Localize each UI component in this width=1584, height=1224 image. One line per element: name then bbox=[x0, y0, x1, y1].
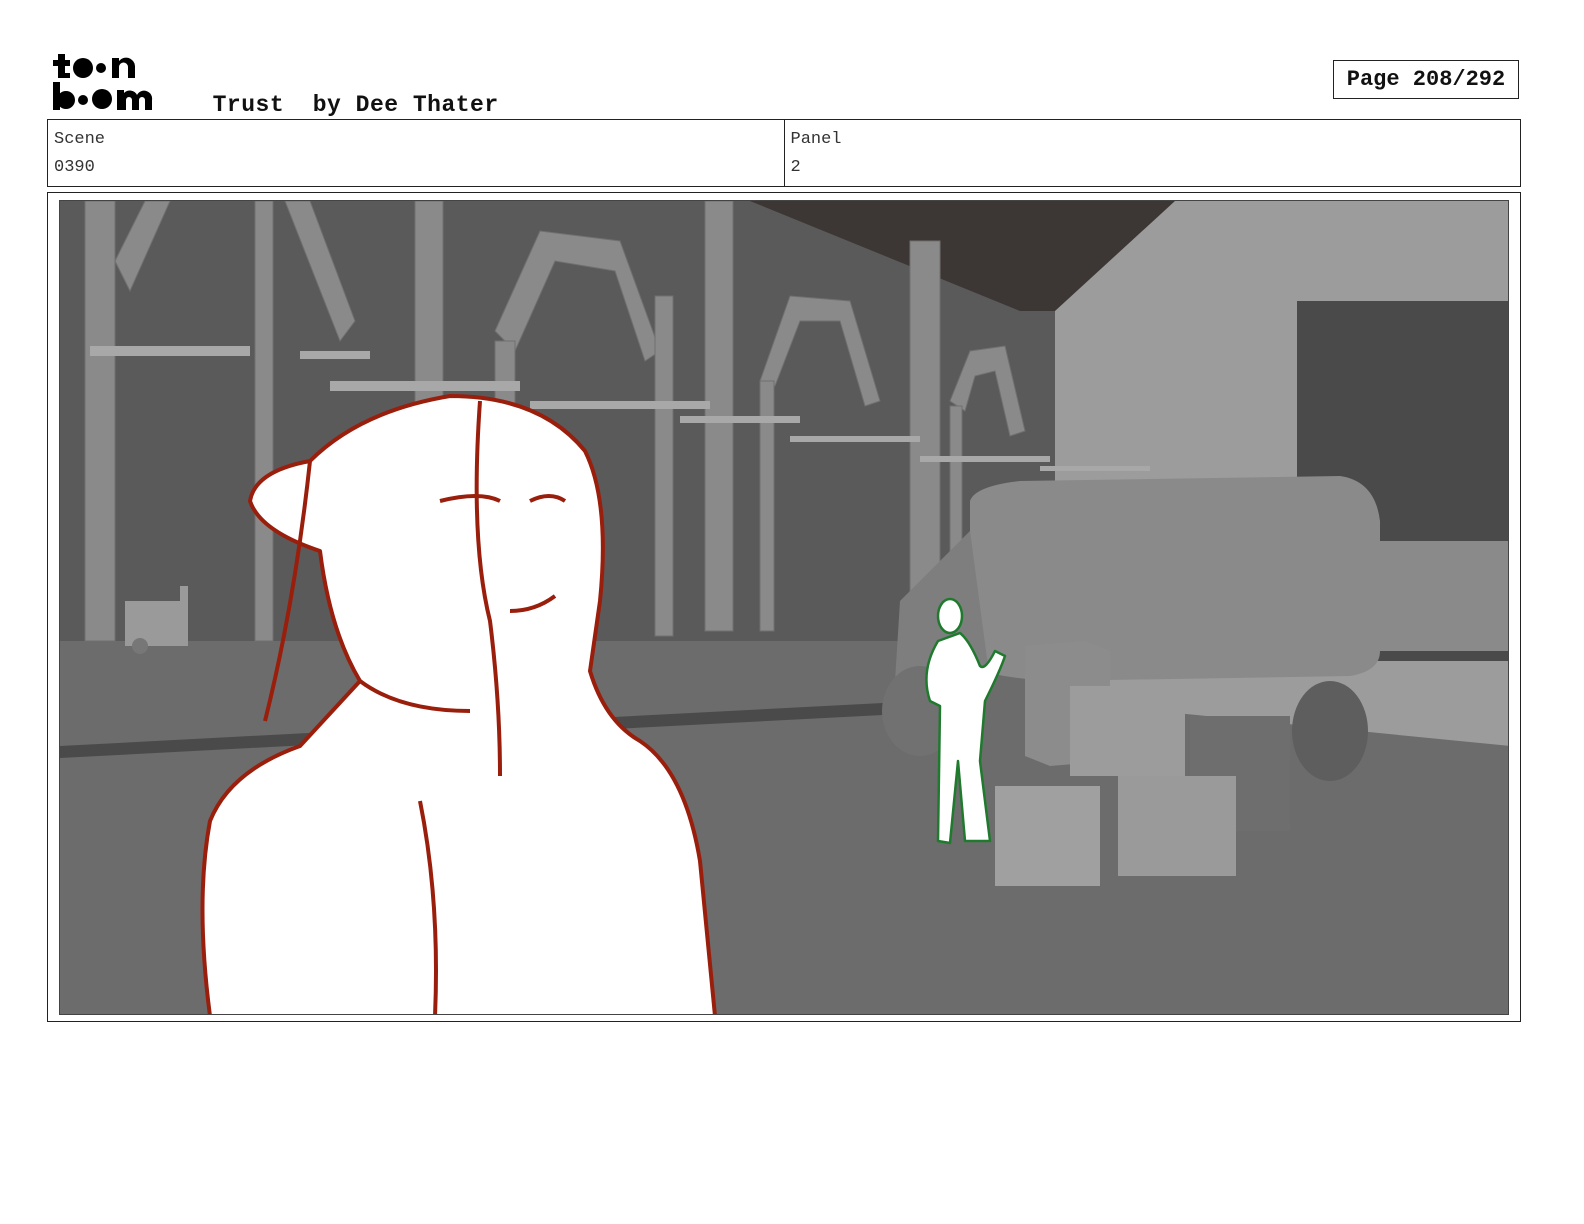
toon-boom-logo bbox=[53, 54, 153, 110]
storyboard-panel-image bbox=[59, 200, 1509, 1015]
panel-cell: Panel 2 bbox=[783, 120, 1521, 186]
page-indicator: Page 208/292 bbox=[1333, 60, 1519, 99]
story-title: Trust bbox=[212, 92, 285, 118]
scene-label: Scene bbox=[54, 130, 106, 149]
page-number-label: Page 208/292 bbox=[1346, 67, 1506, 92]
document-title: Trust by Dee Thater bbox=[184, 66, 499, 118]
panel-value: 2 bbox=[790, 158, 801, 177]
author-credit: by Dee Thater bbox=[312, 92, 499, 118]
scene-value: 0390 bbox=[54, 158, 95, 177]
scene-panel-table: Scene 0390 Panel 2 bbox=[47, 119, 1521, 187]
panel-label: Panel bbox=[790, 130, 842, 149]
scene-cell: Scene 0390 bbox=[48, 120, 784, 186]
